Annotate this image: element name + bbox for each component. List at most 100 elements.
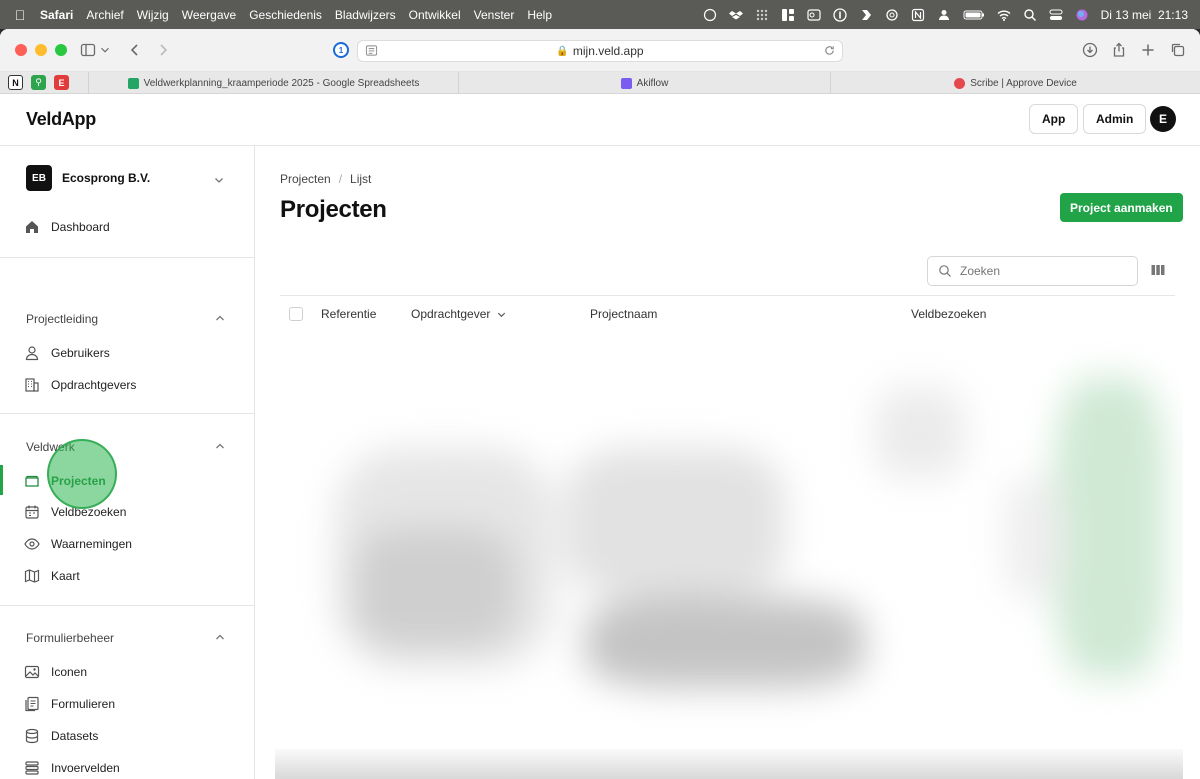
menu-bladwijzers[interactable]: Bladwijzers (335, 8, 396, 22)
onepassword-extension-icon[interactable]: 1 (333, 42, 349, 58)
sidebar-item-label: Projecten (51, 474, 106, 488)
layout-icon[interactable] (781, 8, 795, 22)
close-window-button[interactable] (15, 44, 27, 56)
outlook-icon[interactable] (807, 8, 821, 22)
sidebar-item-label: Formulieren (51, 697, 116, 711)
column-header-label: Projectnaam (590, 307, 658, 321)
sidebar-item-invoervelden[interactable]: Invoervelden (24, 760, 120, 776)
user-status-icon[interactable] (937, 8, 951, 22)
sidebar-item-formulieren[interactable]: Formulieren (24, 696, 115, 712)
pinned-tabs: N ⚲ E (8, 75, 69, 90)
menu-ontwikkel[interactable]: Ontwikkel (409, 8, 461, 22)
breadcrumb-projecten[interactable]: Projecten (280, 172, 331, 186)
search-input[interactable] (960, 264, 1120, 278)
sidebar-menu-chevron-icon[interactable] (98, 40, 112, 60)
active-indicator (0, 465, 3, 495)
app-logo[interactable]: VeldApp (26, 109, 96, 130)
select-all-checkbox[interactable] (289, 307, 303, 321)
table-footer-blur (275, 749, 1183, 779)
sidebar-item-veldbezoeken[interactable]: Veldbezoeken (24, 504, 126, 520)
onepassword-icon[interactable] (832, 7, 847, 22)
pinned-search-icon[interactable]: ⚲ (31, 75, 46, 90)
column-header-label: Opdrachtgever (411, 307, 491, 321)
circle-status-icon[interactable] (703, 8, 717, 22)
menu-safari[interactable]: Safari (40, 8, 73, 22)
sidebar-toggle-icon[interactable] (78, 40, 98, 60)
tab-title: Akiflow (636, 77, 669, 89)
section-formulierbeheer[interactable]: Formulierbeheer (26, 631, 114, 645)
chevron-up-icon[interactable] (214, 631, 226, 646)
tab-spreadsheet[interactable]: Veldwerkplanning_kraamperiode 2025 - Goo… (88, 72, 458, 94)
notion-icon[interactable] (911, 8, 925, 22)
chevron-up-icon[interactable] (214, 312, 226, 327)
chevron-up-icon[interactable] (214, 440, 226, 455)
tab-overview-icon[interactable] (1168, 40, 1188, 60)
user-avatar[interactable]: E (1150, 106, 1176, 132)
menu-venster[interactable]: Venster (474, 8, 515, 22)
page-title: Projecten (280, 196, 387, 223)
sidebar-item-opdrachtgevers[interactable]: Opdrachtgevers (24, 377, 136, 393)
table-top-border (280, 295, 1175, 296)
column-header-veldbezoeken[interactable]: Veldbezoeken (911, 307, 986, 321)
zoom-window-button[interactable] (55, 44, 67, 56)
section-veldwerk[interactable]: Veldwerk (26, 440, 75, 454)
grid-dots-icon[interactable] (755, 8, 769, 22)
openai-icon[interactable] (885, 8, 899, 22)
share-icon[interactable] (1109, 40, 1129, 60)
sidebar-item-projecten[interactable]: Projecten (24, 473, 106, 489)
app-button[interactable]: App (1029, 104, 1079, 134)
column-header-referentie[interactable]: Referentie (321, 307, 376, 321)
sidebar-item-datasets[interactable]: Datasets (24, 728, 98, 744)
column-header-projectnaam[interactable]: Projectnaam (590, 307, 657, 321)
home-icon (26, 221, 38, 233)
reader-view-icon[interactable] (365, 44, 378, 60)
reload-icon[interactable] (823, 44, 836, 60)
menu-geschiedenis[interactable]: Geschiedenis (249, 8, 322, 22)
forward-arrow-icon[interactable] (153, 40, 173, 60)
columns-icon[interactable] (1150, 262, 1166, 278)
wifi-icon[interactable] (997, 8, 1011, 22)
sidebar-item-label: Waarnemingen (51, 537, 132, 551)
menu-wijzig[interactable]: Wijzig (137, 8, 169, 22)
status-area: Di 13 mei 21:13 (703, 0, 1188, 29)
sidebar-item-iconen[interactable]: Iconen (24, 664, 87, 680)
sidebar-item-dashboard[interactable]: Dashboard (24, 219, 110, 235)
column-header-label: Referentie (321, 307, 377, 321)
sidebar-item-kaart[interactable]: Kaart (24, 568, 80, 584)
search-field[interactable] (927, 256, 1138, 286)
tab-title: Veldwerkplanning_kraamperiode 2025 - Goo… (143, 77, 420, 89)
tab-scribe[interactable]: Scribe | Approve Device (830, 72, 1200, 94)
control-center-icon[interactable] (1049, 8, 1063, 22)
menu-archief[interactable]: Archief (86, 8, 123, 22)
downloads-icon[interactable] (1080, 40, 1100, 60)
breadcrumb: Projecten / Lijst (280, 172, 371, 186)
minimize-window-button[interactable] (35, 44, 47, 56)
scribe-icon (954, 77, 966, 89)
org-switcher[interactable]: EB Ecosprong B.V. (26, 165, 150, 191)
sidebar-item-gebruikers[interactable]: Gebruikers (24, 345, 110, 361)
pinned-e-icon[interactable]: E (54, 75, 69, 90)
battery-icon[interactable] (963, 8, 985, 22)
menu-help[interactable]: Help (527, 8, 552, 22)
arrow-app-icon[interactable] (859, 8, 873, 22)
spotlight-search-icon[interactable] (1023, 8, 1037, 22)
admin-button[interactable]: Admin (1083, 104, 1147, 134)
sort-chevron-down-icon[interactable] (496, 309, 507, 320)
pinned-notion-icon[interactable]: N (8, 75, 23, 90)
chevron-down-icon[interactable] (213, 173, 225, 191)
apple-menu-icon[interactable]:  (12, 7, 28, 23)
sidebar-item-waarnemingen[interactable]: Waarnemingen (24, 536, 132, 552)
siri-icon[interactable] (1075, 8, 1089, 22)
tab-title: Scribe | Approve Device (970, 77, 1077, 89)
new-tab-icon[interactable] (1138, 40, 1158, 60)
create-project-button[interactable]: Project aanmaken (1060, 193, 1183, 222)
tab-akiflow[interactable]: Akiflow (458, 72, 830, 94)
menu-weergave[interactable]: Weergave (182, 8, 236, 22)
back-arrow-icon[interactable] (125, 40, 145, 60)
blurred-table-body (275, 328, 1183, 779)
dropbox-icon[interactable] (728, 8, 743, 22)
address-bar[interactable]: 🔒 mijn.veld.app (357, 40, 843, 62)
menubar-datetime[interactable]: Di 13 mei 21:13 (1101, 8, 1188, 22)
column-header-opdrachtgever[interactable]: Opdrachtgever (411, 307, 507, 321)
section-projectleiding[interactable]: Projectleiding (26, 312, 98, 326)
